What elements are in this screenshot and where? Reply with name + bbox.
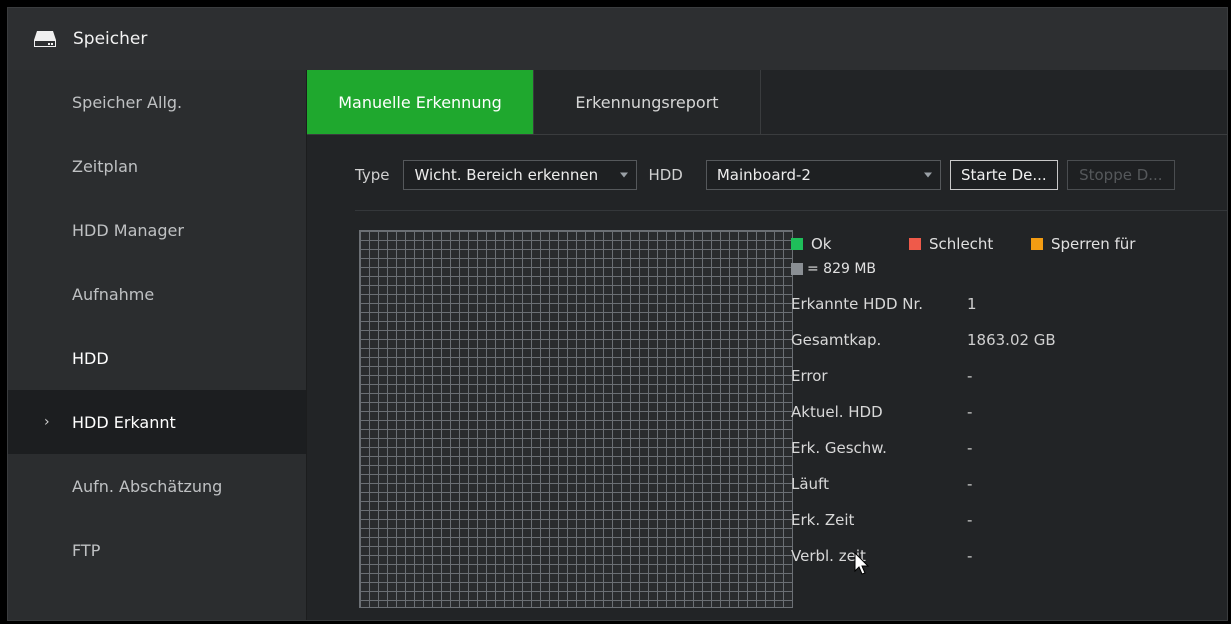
sidebar-item-ftp[interactable]: FTP: [8, 518, 306, 582]
info-key: Error: [791, 367, 828, 385]
chevron-right-icon: ›: [44, 414, 50, 430]
legend-unit-label: = 829 MB: [807, 261, 877, 277]
hdd-label: HDD: [648, 166, 683, 184]
info-value: -: [967, 475, 973, 493]
info-key: Erk. Geschw.: [791, 439, 887, 457]
window-title: Speicher: [73, 29, 148, 49]
blocked-swatch: [1031, 238, 1043, 250]
divider: [355, 210, 1227, 211]
legend-unit: = 829 MB: [791, 261, 876, 277]
legend-blocked-label: Sperren für: [1051, 235, 1136, 253]
info-value: -: [967, 439, 973, 457]
title-bar: Speicher: [8, 8, 1227, 71]
sidebar-item-label: Speicher Allg.: [72, 92, 183, 112]
legend-ok: Ok: [791, 235, 832, 253]
tab-bar: Manuelle Erkennung Erkennungsreport: [307, 70, 1227, 135]
legend-ok-label: Ok: [811, 235, 832, 253]
info-key: Erkannte HDD Nr.: [791, 295, 924, 313]
sidebar-item-label: HDD Manager: [72, 220, 184, 240]
info-key: Läuft: [791, 475, 829, 493]
info-value: -: [967, 367, 973, 385]
info-value: 1: [967, 295, 977, 313]
info-value: -: [967, 547, 973, 565]
hdd-select[interactable]: Mainboard-2: [705, 160, 941, 190]
legend-bad-label: Schlecht: [929, 235, 994, 253]
info-key: Gesamtkap.: [791, 331, 882, 349]
start-detection-button[interactable]: Starte De...: [949, 160, 1058, 190]
sidebar: Speicher Allg. Zeitplan HDD Manager Aufn…: [8, 70, 307, 620]
legend-bad: Schlecht: [909, 235, 993, 253]
type-select[interactable]: Wicht. Bereich erkennen: [403, 160, 638, 190]
unit-swatch: [791, 263, 803, 275]
sidebar-item-hdd-erkannt[interactable]: › HDD Erkannt: [8, 390, 306, 454]
dropdown-arrow-icon: [923, 172, 932, 178]
sidebar-item-label: HDD Erkannt: [72, 412, 176, 432]
hdd-icon: [33, 28, 57, 50]
sidebar-item-label: Aufnahme: [72, 284, 155, 304]
info-value: 1863.02 GB: [967, 331, 1056, 349]
hdd-select-value: Mainboard-2: [716, 166, 811, 184]
type-label: Type: [355, 166, 390, 184]
dropdown-arrow-icon: [620, 172, 629, 178]
sidebar-item-label: Aufn. Abschätzung: [72, 476, 223, 496]
bad-swatch: [909, 238, 921, 250]
sidebar-item-label: Zeitplan: [72, 156, 139, 176]
sidebar-item-zeitplan[interactable]: Zeitplan: [8, 134, 306, 198]
info-value: -: [967, 511, 973, 529]
disk-block-grid: [359, 230, 793, 608]
info-key: Aktuel. HDD: [791, 403, 883, 421]
type-select-value: Wicht. Bereich erkennen: [414, 166, 599, 184]
storage-window: Speicher Speicher Allg. Zeitplan HDD Man…: [7, 7, 1228, 621]
sidebar-item-speicher-allg[interactable]: Speicher Allg.: [8, 70, 306, 134]
info-key: Erk. Zeit: [791, 511, 855, 529]
stop-detection-button[interactable]: Stoppe D...: [1066, 160, 1175, 190]
sidebar-item-label: FTP: [72, 540, 101, 560]
detection-toolbar: Type Wicht. Bereich erkennen HDD Mainboa…: [355, 158, 1227, 192]
sidebar-item-aufnahme[interactable]: Aufnahme: [8, 262, 306, 326]
sidebar-item-aufn-abschaetzung[interactable]: Aufn. Abschätzung: [8, 454, 306, 518]
sidebar-item-hdd[interactable]: HDD: [8, 326, 306, 390]
tab-manuelle-erkennung[interactable]: Manuelle Erkennung: [307, 70, 534, 134]
legend-blocked: Sperren für: [1031, 235, 1135, 253]
tab-erkennungsreport[interactable]: Erkennungsreport: [534, 70, 761, 134]
main-panel: Manuelle Erkennung Erkennungsreport Type…: [307, 70, 1227, 620]
sidebar-item-hdd-manager[interactable]: HDD Manager: [8, 198, 306, 262]
info-value: -: [967, 403, 973, 421]
ok-swatch: [791, 238, 803, 250]
sidebar-item-label: HDD: [72, 348, 109, 368]
mouse-cursor-icon: [854, 551, 870, 580]
